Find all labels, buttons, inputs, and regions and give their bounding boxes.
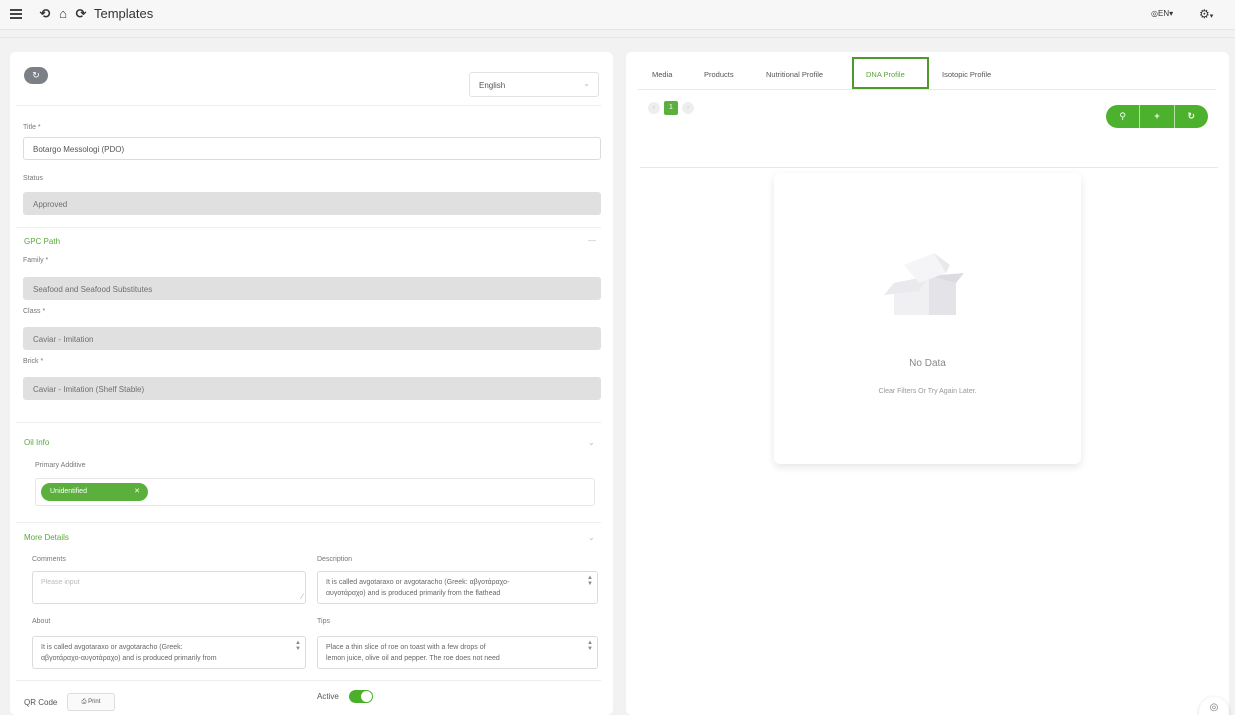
tab-isotopic-profile[interactable]: Isotopic Profile: [942, 70, 991, 79]
more-details-section-title[interactable]: More Details: [24, 533, 69, 542]
comments-placeholder: Please input: [41, 579, 80, 586]
settings-menu[interactable]: ⚙▾: [1199, 7, 1213, 21]
language-switcher[interactable]: ◎EN▾: [1151, 9, 1173, 18]
next-page-button[interactable]: ›: [682, 102, 694, 114]
oil-info-section-title[interactable]: Oil Info: [24, 438, 49, 447]
status-label: Status: [23, 175, 43, 182]
comments-label: Comments: [32, 556, 66, 563]
empty-state-title: No Data: [909, 358, 946, 369]
home-icon[interactable]: ⌂: [56, 6, 70, 22]
active-label: Active: [317, 692, 339, 701]
empty-state-card: No Data Clear Filters Or Try Again Later…: [774, 173, 1081, 464]
prev-page-button[interactable]: ‹: [648, 102, 660, 114]
divider: [16, 680, 601, 681]
status-field: Approved: [23, 192, 601, 215]
search-button[interactable]: ⚲: [1106, 105, 1141, 128]
scroll-arrows-icon[interactable]: ▲ ▼: [587, 575, 593, 587]
toggle-knob: [361, 691, 372, 702]
tips-textarea[interactable]: Place a thin slice of roe on toast with …: [317, 636, 598, 669]
action-button-group: ⚲ + ↻: [1106, 105, 1208, 128]
description-line-1: It is called avgotaraxo or avgotaracho (…: [326, 579, 510, 586]
nav-icons: ⟲ ⌂ ⟳: [38, 6, 88, 22]
gear-icon: ⚙: [1199, 7, 1210, 21]
gpc-section-title[interactable]: GPC Path: [24, 237, 60, 246]
class-label: Class *: [23, 308, 46, 315]
description-label: Description: [317, 556, 353, 563]
template-form-panel: ↻ English ⌄ Title * Botargo Messologi (P…: [10, 52, 613, 715]
active-toggle[interactable]: [349, 690, 373, 703]
empty-box-icon: [884, 253, 964, 315]
sub-bar: [0, 30, 1235, 38]
comments-textarea[interactable]: Please input ∕: [32, 571, 306, 604]
divider: [16, 422, 601, 423]
resize-handle-icon[interactable]: ∕: [302, 591, 303, 602]
family-field: Seafood and Seafood Substitutes: [23, 277, 601, 300]
chevron-down-icon: ⌄: [583, 79, 590, 88]
language-select[interactable]: English ⌄: [469, 72, 599, 97]
printer-icon: ⎙: [81, 699, 87, 705]
tab-nutritional-profile[interactable]: Nutritional Profile: [766, 70, 823, 79]
page-title: Templates: [94, 6, 154, 21]
divider: [640, 167, 1218, 168]
empty-state-subtitle: Clear Filters Or Try Again Later.: [878, 388, 977, 395]
globe-icon: ◎: [1151, 9, 1158, 18]
chevron-down-icon[interactable]: ⌄: [588, 438, 595, 447]
help-icon: ◎: [1209, 702, 1219, 713]
close-icon[interactable]: ✕: [134, 483, 140, 501]
class-field: Caviar - Imitation: [23, 327, 601, 350]
chevron-down-icon[interactable]: ⌄: [588, 533, 595, 542]
brick-label: Brick *: [23, 358, 44, 365]
tips-line-2: lemon juice, olive oil and pepper. The r…: [326, 655, 500, 662]
chevron-down-icon: ▾: [1209, 13, 1214, 20]
refresh-icon: ↻: [32, 70, 40, 80]
title-label: Title *: [23, 124, 41, 131]
tabs-underline: [638, 89, 1216, 90]
print-button[interactable]: ⎙ Print: [67, 693, 115, 711]
print-button-label: Print: [88, 699, 101, 705]
reload-button[interactable]: ↻: [1175, 105, 1208, 128]
scroll-arrows-icon[interactable]: ▲ ▼: [587, 640, 593, 652]
tab-products[interactable]: Products: [704, 70, 734, 79]
tab-dna-profile[interactable]: DNA Profile: [866, 70, 905, 79]
back-icon[interactable]: ⟲: [38, 6, 52, 22]
description-textarea[interactable]: It is called avgotaraxo or avgotaracho (…: [317, 571, 598, 604]
divider: [16, 105, 601, 106]
divider: [16, 522, 601, 523]
brick-field: Caviar - Imitation (Shelf Stable): [23, 377, 601, 400]
menu-icon[interactable]: [10, 9, 22, 19]
language-select-value: English: [479, 81, 506, 90]
profile-tabs: Media Products Nutritional Profile DNA P…: [626, 52, 1229, 90]
additive-tag-label: Unidentified: [50, 488, 87, 495]
qr-code-label: QR Code: [24, 698, 58, 707]
tab-media[interactable]: Media: [652, 70, 672, 79]
primary-additive-select[interactable]: Unidentified ✕: [35, 478, 595, 506]
collapse-icon[interactable]: —: [588, 236, 596, 245]
tips-label: Tips: [317, 618, 330, 625]
primary-additive-label: Primary Additive: [35, 462, 86, 469]
about-line-2: αβγοτάραχο-αυγοτάραχο) and is produced p…: [41, 655, 217, 662]
language-code: EN: [1157, 9, 1170, 18]
add-button[interactable]: +: [1140, 105, 1175, 128]
refresh-button[interactable]: ↻: [24, 67, 48, 84]
divider: [16, 227, 601, 228]
title-input[interactable]: Botargo Messologi (PDO): [23, 137, 601, 160]
about-line-1: It is called avgotaraxo or avgotaracho (…: [41, 644, 183, 651]
pagination: ‹ 1 ›: [648, 101, 694, 115]
about-label: About: [32, 618, 51, 625]
description-line-2: αυγοτάραχο) and is produced primarily fr…: [326, 590, 501, 597]
family-label: Family *: [23, 257, 49, 264]
profile-panel: Media Products Nutritional Profile DNA P…: [626, 52, 1229, 715]
tips-line-1: Place a thin slice of roe on toast with …: [326, 644, 486, 651]
scroll-arrows-icon[interactable]: ▲ ▼: [295, 640, 301, 652]
about-textarea[interactable]: It is called avgotaraxo or avgotaracho (…: [32, 636, 306, 669]
page-number[interactable]: 1: [664, 101, 678, 115]
top-bar: ⟲ ⌂ ⟳ Templates ◎EN▾ ⚙▾: [0, 0, 1235, 30]
additive-tag: Unidentified ✕: [41, 483, 148, 501]
forward-icon[interactable]: ⟳: [74, 6, 88, 22]
